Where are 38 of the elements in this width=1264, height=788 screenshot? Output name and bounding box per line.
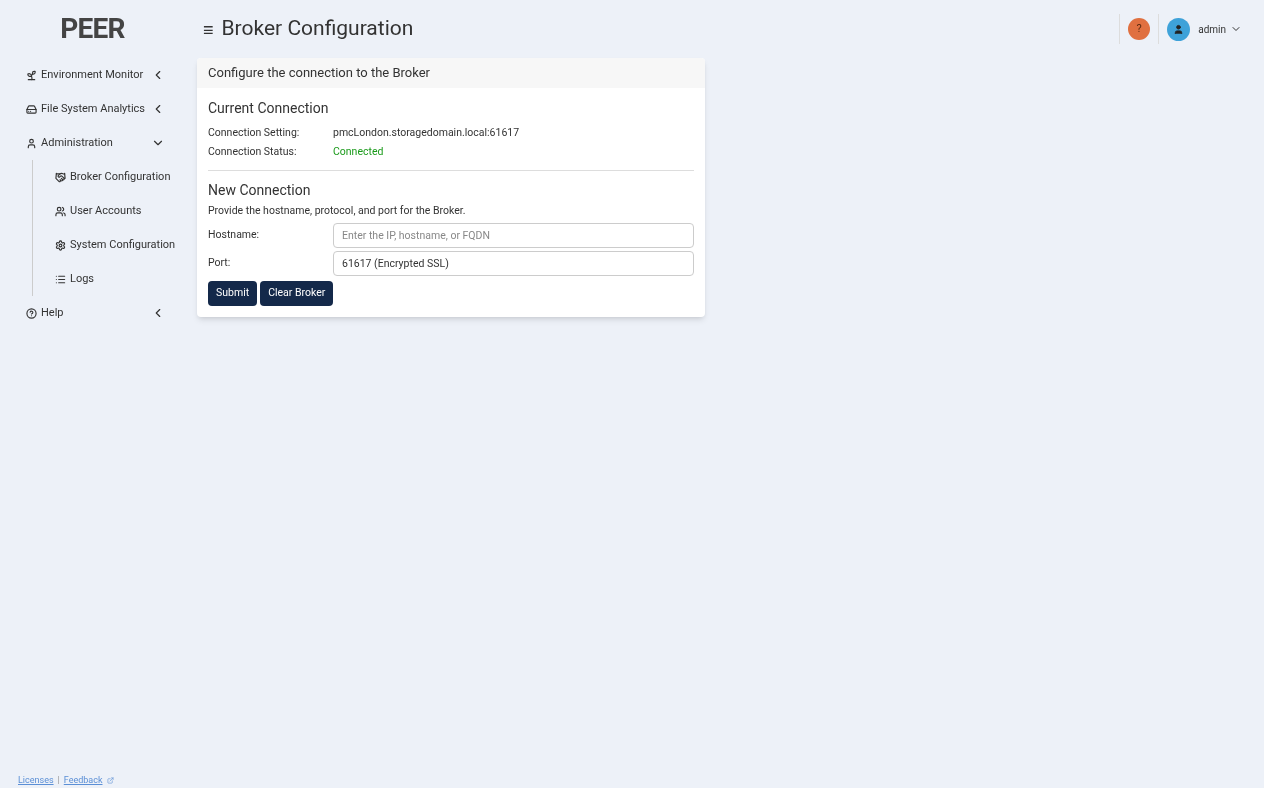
- sidebar-item[interactable]: Administration: [0, 126, 185, 160]
- sidebar-subitem[interactable]: Logs: [33, 262, 185, 296]
- section-heading: Current Connection: [208, 99, 330, 118]
- sidebar-item[interactable]: Help: [0, 296, 185, 330]
- action-button[interactable]: Clear Broker: [260, 280, 334, 306]
- sidebar-item[interactable]: Environment Monitor: [0, 58, 185, 92]
- field-value: pmcLondon.storagedomain.local:61617: [333, 124, 520, 141]
- field-label: Connection Setting:: [208, 124, 301, 141]
- input-field[interactable]: 61617 (Encrypted SSL): [333, 250, 694, 276]
- input-field[interactable]: Enter the IP, hostname, or FQDN: [333, 222, 694, 248]
- users-icon: [55, 205, 66, 217]
- gear-icon: [55, 239, 66, 251]
- description: Provide the hostname, protocol, and port for the Broker.: [208, 203, 467, 219]
- action-button[interactable]: Submit: [208, 280, 258, 306]
- field-value: Connected: [333, 143, 384, 160]
- avatar: [1167, 17, 1191, 41]
- external-link-icon: [106, 776, 114, 784]
- sidebar-subitem[interactable]: Broker Configuration: [33, 160, 185, 194]
- separator: |: [57, 773, 60, 787]
- field-label: Connection Status:: [208, 143, 298, 160]
- menu-icon[interactable]: ≡: [203, 15, 214, 43]
- sprout-icon: [26, 69, 37, 81]
- handshake-icon: [55, 171, 66, 183]
- list-icon: [55, 273, 66, 285]
- storage-icon: [26, 103, 37, 115]
- page-title: Broker Configuration: [221, 15, 415, 43]
- sidebar-item[interactable]: File System Analytics: [0, 92, 185, 126]
- field-label: Port:: [208, 255, 232, 272]
- user-menu[interactable]: admin: [1198, 21, 1242, 37]
- field-label: Hostname:: [208, 227, 261, 244]
- sidebar-subitem[interactable]: User Accounts: [33, 194, 185, 228]
- help-icon: [26, 307, 37, 319]
- section-heading: New Connection: [208, 181, 312, 200]
- user-icon: [26, 137, 37, 149]
- logo: PEER: [60, 11, 125, 47]
- sidebar-subitem[interactable]: System Configuration: [33, 228, 185, 262]
- card-header: Configure the connection to the Broker: [197, 58, 705, 88]
- help-button[interactable]: ?: [1128, 18, 1151, 40]
